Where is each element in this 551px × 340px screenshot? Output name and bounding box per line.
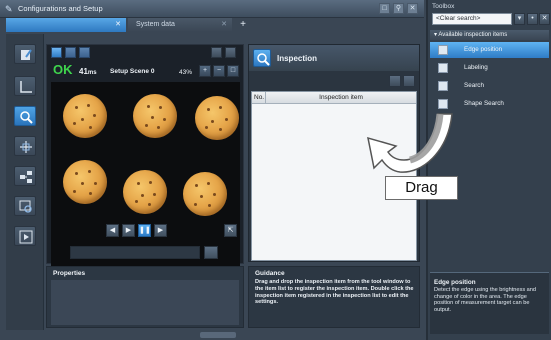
drag-annotation-label: Drag [385, 176, 458, 200]
next-button[interactable]: ▶ [154, 224, 167, 237]
left-toolbar [6, 34, 44, 330]
seek-bar[interactable] [70, 246, 200, 259]
tab-strip: ✕ System data ✕ + [6, 18, 424, 32]
column-header-item: Inspection item [319, 94, 363, 101]
image-capture-icon[interactable] [65, 47, 76, 58]
category-label: Available inspection items [438, 32, 508, 38]
expand-button[interactable]: ⇱ [224, 224, 237, 237]
close-icon[interactable]: ✕ [407, 3, 418, 14]
toolbox-item-search[interactable]: Search [430, 78, 549, 94]
magnifier-icon [20, 111, 33, 124]
toolbox-item-edge-position[interactable]: Edge position [430, 42, 549, 58]
toolbox-search-input[interactable]: <Clear search> [432, 13, 512, 25]
inspection-add-button[interactable] [389, 75, 401, 87]
properties-title: Properties [53, 270, 86, 277]
inspection-header: Inspection [249, 45, 419, 71]
cookie-image [133, 94, 177, 138]
seek-go-button[interactable] [204, 246, 218, 259]
guidance-text: Drag and drop the inspection item from t… [255, 279, 414, 306]
toolbox-item-shape-search[interactable]: Shape Search [430, 96, 549, 112]
toolbox-item-label: Search [464, 82, 484, 89]
cookie-image [63, 94, 107, 138]
guidance-title: Guidance [255, 270, 285, 277]
toolbox-title: Toolbox [432, 3, 455, 10]
judgement-status: OK [53, 62, 73, 77]
column-header-no: No. [254, 92, 266, 103]
scene-name: Setup Scene 0 [110, 68, 155, 75]
cookie-image [183, 172, 227, 216]
tab-system-data[interactable]: System data ✕ [128, 18, 232, 32]
zoom-level: 43% [179, 69, 193, 76]
cookie-image [123, 170, 167, 214]
inspection-icon [253, 49, 271, 67]
edit-icon [21, 49, 32, 60]
tab-system-data-label: System data [136, 21, 175, 28]
zoom-in-button[interactable]: + [199, 65, 211, 77]
processing-time: 41ms [79, 67, 97, 76]
zoom-fit-button[interactable]: □ [227, 65, 239, 77]
guidance-panel: Guidance Drag and drop the inspection it… [248, 266, 420, 328]
window-search-icon [19, 200, 32, 213]
cookie-image [195, 96, 239, 140]
crosshair-icon [20, 141, 32, 153]
labeling-icon [438, 63, 448, 73]
image-folder-icon[interactable] [79, 47, 90, 58]
drag-arrow-icon [367, 113, 453, 173]
window-controls: □ ⚲ ✕ [379, 3, 418, 14]
toolbox-item-label: Labeling [464, 64, 488, 71]
layout-icon[interactable] [211, 47, 222, 58]
window-title: Configurations and Setup [18, 4, 103, 13]
fit-icon[interactable] [225, 47, 236, 58]
search-item-icon [438, 81, 448, 91]
add-tab-button[interactable]: + [236, 18, 250, 32]
dropdown-icon[interactable]: ▾ [514, 13, 525, 25]
previous-button[interactable]: ◀ [106, 224, 119, 237]
edge-position-icon [438, 45, 448, 55]
tab-main[interactable]: ✕ [6, 18, 126, 32]
toolbox-item-label: Shape Search [464, 100, 504, 107]
splitter-handle[interactable] [200, 332, 236, 338]
toolbox-item-label: Edge position [464, 46, 503, 53]
image-mode-icon[interactable] [51, 47, 62, 58]
inspection-table-header: No. Inspection item [252, 92, 416, 104]
axis-icon [20, 81, 32, 93]
pin-icon[interactable]: • [527, 13, 538, 25]
app-logo-icon: ✎ [5, 4, 13, 14]
processing-time-unit: ms [87, 70, 97, 76]
pause-button[interactable]: ❚❚ [138, 224, 151, 237]
tab-close-icon[interactable]: ✕ [221, 18, 227, 32]
description-text: Detect the edge using the brightness and… [434, 287, 537, 313]
application-window: ✎ Configurations and Setup □ ⚲ ✕ ✕ Syste… [0, 0, 551, 340]
toolbox-item-labeling[interactable]: Labeling [430, 60, 549, 76]
toolbox-description: Edge position Detect the edge using the … [430, 272, 549, 334]
cookie-image [63, 160, 107, 204]
seek-row [46, 244, 244, 260]
window-title-bar: ✎ Configurations and Setup □ ⚲ ✕ [0, 0, 424, 18]
axis-tool-button[interactable] [14, 76, 36, 96]
restore-icon[interactable]: □ [379, 3, 390, 14]
inspection-title: Inspection [277, 54, 318, 63]
shape-search-icon [438, 99, 448, 109]
category-available-inspection-items[interactable]: ▾ Available inspection items [430, 30, 549, 40]
description-title: Edge position [434, 279, 476, 286]
image-toolbar [47, 45, 243, 61]
edit-tool-button[interactable] [14, 44, 36, 64]
crosshair-tool-button[interactable] [14, 136, 36, 156]
playback-controls: ◀ ▶ ❚❚ ▶ ⇱ [46, 222, 244, 240]
run-tool-button[interactable] [14, 226, 36, 246]
play-window-icon [19, 230, 33, 244]
tab-close-icon[interactable]: ✕ [115, 18, 121, 32]
zoom-out-button[interactable]: − [213, 65, 225, 77]
inspection-tool-button[interactable] [14, 106, 36, 126]
close-icon[interactable]: ✕ [539, 13, 550, 25]
view-tool-button[interactable] [14, 196, 36, 216]
inspection-menu-button[interactable] [403, 75, 415, 87]
properties-panel: Properties [46, 266, 244, 328]
search-icon[interactable]: ⚲ [393, 3, 404, 14]
flow-tool-button[interactable] [14, 166, 36, 186]
flowchart-icon [20, 171, 32, 183]
play-button[interactable]: ▶ [122, 224, 135, 237]
processing-time-value: 41 [79, 67, 88, 76]
properties-content [51, 280, 239, 325]
